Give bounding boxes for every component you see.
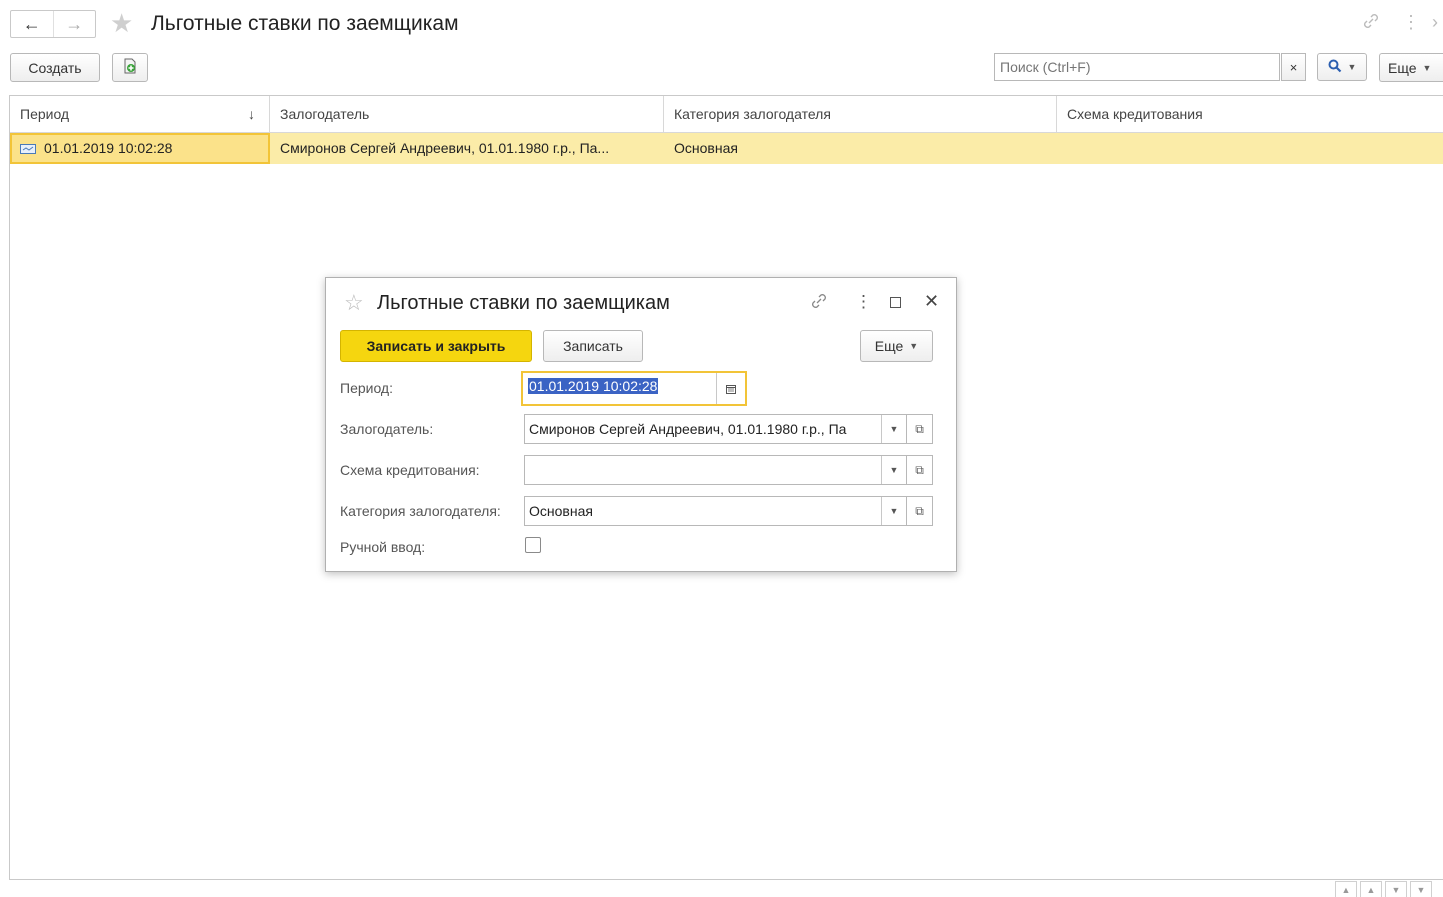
column-header-label: Период [20, 106, 70, 122]
sort-desc-icon: ↓ [248, 106, 255, 122]
search-input[interactable] [994, 53, 1280, 81]
save-button[interactable]: Записать [543, 330, 643, 362]
category-value: Основная [529, 503, 593, 519]
category-field[interactable]: Основная ▼ [524, 496, 907, 526]
open-link-icon[interactable]: ⧉ [907, 496, 933, 526]
period-value: 01.01.2019 10:02:28 [528, 378, 659, 394]
link-icon[interactable] [810, 292, 828, 313]
pledger-value: Смиронов Сергей Андреевич, 01.01.1980 г.… [529, 421, 847, 437]
nav-buttons: ← → [10, 10, 96, 38]
favorite-star-icon[interactable]: ★ [110, 8, 133, 39]
column-header-category[interactable]: Категория залогодателя [664, 96, 1057, 132]
category-label: Категория залогодателя: [340, 503, 501, 519]
more-vertical-icon[interactable]: ⋮ [855, 292, 872, 312]
cell-category[interactable]: Основная [664, 133, 1057, 164]
create-button[interactable]: Создать [10, 53, 100, 82]
chevron-down-icon: ▼ [1347, 62, 1357, 72]
favorite-star-icon[interactable]: ☆ [344, 290, 364, 316]
dialog-more-label: Еще [874, 338, 904, 354]
close-icon[interactable]: ✕ [924, 291, 939, 312]
cell-pledger[interactable]: Смиронов Сергей Андреевич, 01.01.1980 г.… [270, 133, 664, 164]
prev-page-icon[interactable]: ▲ [1360, 881, 1382, 897]
chevron-down-icon[interactable]: ▼ [881, 456, 906, 484]
open-link-icon[interactable]: ⧉ [907, 414, 933, 444]
scheme-label: Схема кредитования: [340, 462, 480, 478]
save-and-close-button[interactable]: Записать и закрыть [340, 330, 532, 362]
column-header-scheme[interactable]: Схема кредитования [1057, 96, 1443, 132]
search-button[interactable]: ▼ [1317, 53, 1367, 81]
record-dialog: ☆ Льготные ставки по заемщикам ⋮ ✕ Запис… [325, 277, 957, 572]
pledger-label: Залогодатель: [340, 421, 434, 437]
more-button-label: Еще [1388, 59, 1417, 76]
dialog-more-button[interactable]: Еще ▼ [860, 330, 933, 362]
search-icon [1328, 59, 1342, 76]
cell-period[interactable]: 01.01.2019 10:02:28 [10, 133, 270, 164]
manual-input-checkbox[interactable] [525, 537, 541, 553]
table-row[interactable]: 01.01.2019 10:02:28 Смиронов Сергей Андр… [10, 133, 1443, 164]
more-button[interactable]: Еще ▼ [1379, 53, 1443, 82]
forward-arrow-icon[interactable]: → [52, 11, 96, 37]
period-field[interactable]: 01.01.2019 10:02:28 [521, 371, 747, 406]
first-page-icon[interactable]: ▲ [1335, 881, 1357, 897]
calendar-icon[interactable] [716, 373, 745, 404]
dialog-title: Льготные ставки по заемщикам [377, 292, 670, 314]
table-header: Период ↓ Залогодатель Категория залогода… [10, 96, 1443, 133]
chevron-down-icon[interactable]: ▼ [881, 415, 906, 443]
back-arrow-icon[interactable]: ← [11, 11, 53, 37]
chevron-down-icon: ▼ [909, 341, 919, 351]
last-page-icon[interactable]: ▼ [1410, 881, 1432, 897]
cell-scheme[interactable] [1057, 133, 1443, 164]
cell-period-text: 01.01.2019 10:02:28 [44, 140, 173, 156]
add-document-icon [123, 58, 137, 77]
page-title: Льготные ставки по заемщикам [151, 12, 459, 35]
chevron-right-icon[interactable]: › [1432, 12, 1438, 33]
add-copy-button[interactable] [112, 53, 148, 82]
column-header-pledger[interactable]: Залогодатель [270, 96, 664, 132]
pledger-field[interactable]: Смиронов Сергей Андреевич, 01.01.1980 г.… [524, 414, 907, 444]
maximize-icon[interactable] [890, 297, 901, 308]
record-icon [20, 136, 36, 162]
column-header-period[interactable]: Период ↓ [10, 96, 270, 132]
scheme-field[interactable]: ▼ [524, 455, 907, 485]
period-label: Период: [340, 380, 393, 396]
chevron-down-icon[interactable]: ▼ [881, 497, 906, 525]
search-clear-button[interactable]: × [1281, 53, 1306, 81]
manual-input-label: Ручной ввод: [340, 539, 426, 555]
next-page-icon[interactable]: ▼ [1385, 881, 1407, 897]
more-vertical-icon[interactable]: ⋮ [1402, 12, 1420, 33]
chevron-down-icon: ▼ [1422, 62, 1432, 73]
link-icon[interactable] [1362, 12, 1380, 35]
open-link-icon[interactable]: ⧉ [907, 455, 933, 485]
